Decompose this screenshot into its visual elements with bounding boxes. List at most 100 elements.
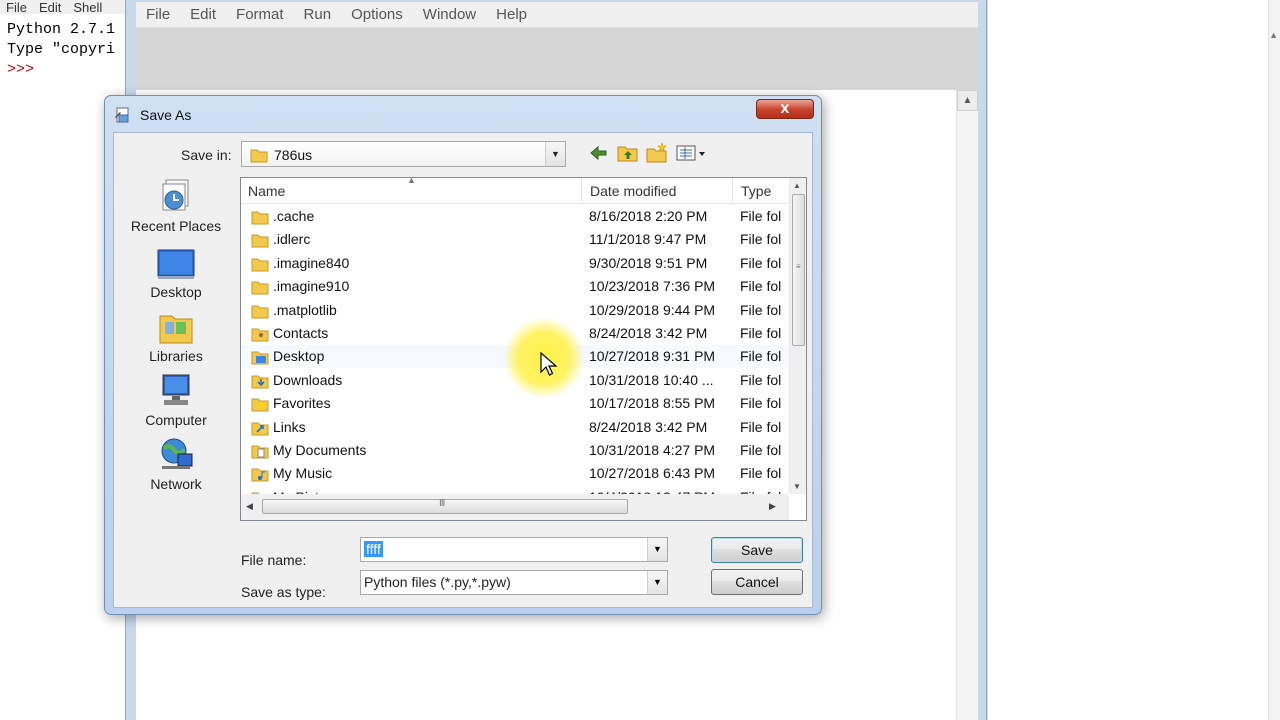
place-label: Recent Places: [130, 218, 222, 234]
dialog-title-bar[interactable]: Save As: [114, 104, 191, 126]
folder-icon: [251, 209, 269, 228]
file-row[interactable]: .cache 8/16/2018 2:20 PM File fol: [241, 205, 789, 228]
column-header-name[interactable]: Name: [248, 183, 285, 199]
dialog-toolbar: [588, 142, 709, 164]
cancel-button[interactable]: Cancel: [711, 569, 803, 595]
file-name: .matplotlib: [273, 301, 337, 318]
downloads-folder-icon: [251, 373, 269, 392]
file-date-modified: 10/29/2018 9:44 PM: [589, 301, 716, 318]
folder-icon: [251, 256, 269, 275]
place-label: Libraries: [149, 348, 203, 364]
network-icon: [156, 436, 196, 474]
file-type: File fol: [740, 395, 782, 412]
save-button[interactable]: Save: [711, 537, 803, 563]
file-date-modified: 11/1/2018 9:47 PM: [589, 231, 707, 248]
save-as-type-label: Save as type:: [241, 584, 326, 600]
file-name: .idlerc: [273, 231, 311, 248]
folder-icon: [250, 147, 268, 166]
column-header-type[interactable]: Type: [741, 183, 771, 199]
back-icon[interactable]: [588, 142, 610, 164]
scroll-up-icon[interactable]: ▲: [957, 90, 978, 111]
shell-menu-file[interactable]: File: [6, 1, 27, 14]
right-background-panel: ▲: [987, 0, 1280, 720]
chevron-down-icon[interactable]: ▼: [545, 142, 565, 166]
file-name: Favorites: [273, 395, 331, 412]
file-type: File fol: [740, 442, 782, 458]
shell-output: Python 2.7.1 Type "copyri >>>: [7, 20, 115, 80]
file-date-modified: 9/30/2018 9:51 PM: [589, 254, 708, 271]
chevron-down-icon[interactable]: ▼: [647, 571, 667, 594]
mouse-pointer-icon: [540, 351, 558, 381]
chevron-down-icon[interactable]: ▼: [647, 538, 667, 561]
close-button[interactable]: x: [756, 99, 814, 119]
file-name: My Documents: [273, 442, 367, 458]
editor-toolbar-area: [136, 28, 978, 90]
place-network[interactable]: Network: [114, 436, 238, 492]
view-menu-icon[interactable]: [675, 142, 709, 164]
menu-options[interactable]: Options: [347, 6, 407, 23]
contacts-folder-icon: [251, 326, 269, 345]
place-recent-places[interactable]: Recent Places: [114, 178, 238, 234]
file-row[interactable]: My Documents 10/31/2018 4:27 PM File fol: [241, 439, 789, 462]
shell-menu-edit[interactable]: Edit: [39, 1, 61, 14]
scroll-down-icon[interactable]: ▼: [793, 482, 801, 491]
vertical-scroll-thumb[interactable]: ≡: [792, 194, 805, 346]
place-libraries[interactable]: Libraries: [114, 308, 238, 364]
dialog-title: Save As: [140, 107, 192, 123]
file-date-modified: 8/24/2018 3:42 PM: [589, 418, 708, 435]
file-type: File fol: [740, 301, 782, 318]
file-date-modified: 10/27/2018 9:31 PM: [589, 348, 716, 365]
file-row[interactable]: Favorites 10/17/2018 8:55 PM File fol: [241, 392, 789, 415]
file-type: File fol: [740, 465, 782, 482]
menu-run[interactable]: Run: [300, 6, 336, 23]
menu-format[interactable]: Format: [232, 6, 288, 23]
column-divider[interactable]: [732, 178, 733, 204]
save-as-type-dropdown[interactable]: Python files (*.py,*.pyw) ▼: [360, 570, 668, 595]
place-label: Desktop: [150, 284, 202, 300]
column-header-date[interactable]: Date modified: [590, 183, 676, 199]
place-desktop[interactable]: Desktop: [114, 244, 238, 300]
file-name-value: ffff: [364, 541, 383, 557]
file-row[interactable]: .matplotlib 10/29/2018 9:44 PM File fol: [241, 299, 789, 322]
dialog-app-icon: [114, 106, 132, 124]
file-name-input[interactable]: ffff ▼: [360, 537, 668, 562]
right-scroll-strip[interactable]: ▲: [1268, 0, 1280, 720]
up-folder-icon[interactable]: [617, 142, 639, 164]
save-in-dropdown[interactable]: 786us ▼: [241, 141, 566, 167]
scroll-left-icon[interactable]: ◀: [246, 501, 253, 512]
column-divider[interactable]: [581, 178, 582, 204]
file-name: .imagine910: [273, 278, 350, 295]
close-icon: x: [780, 100, 790, 117]
file-name-label: File name:: [241, 552, 307, 568]
links-folder-icon: [251, 420, 269, 439]
menu-window[interactable]: Window: [419, 6, 480, 23]
file-type: File fol: [740, 278, 782, 295]
shell-menubar: File Edit Shell: [0, 0, 140, 14]
grip-icon: ≡: [796, 262, 801, 271]
scroll-right-icon[interactable]: ▶: [769, 501, 776, 512]
menu-file[interactable]: File: [142, 6, 174, 23]
file-row[interactable]: .imagine840 9/30/2018 9:51 PM File fol: [241, 252, 789, 275]
file-list-vertical-scrollbar[interactable]: ▲ ≡ ▼: [789, 178, 806, 494]
horizontal-scroll-thumb[interactable]: III: [262, 498, 628, 514]
place-computer[interactable]: Computer: [114, 372, 238, 428]
scroll-up-icon[interactable]: ▲: [793, 181, 801, 190]
folder-icon: [251, 232, 269, 251]
file-row[interactable]: .idlerc 11/1/2018 9:47 PM File fol: [241, 228, 789, 251]
desktop-icon: [156, 244, 196, 282]
file-name: .cache: [273, 208, 315, 224]
file-row[interactable]: My Music 10/27/2018 6:43 PM File fol: [241, 462, 789, 485]
file-row[interactable]: Links 8/24/2018 3:42 PM File fol: [241, 416, 789, 439]
file-date-modified: 10/17/2018 8:55 PM: [589, 395, 716, 412]
menu-help[interactable]: Help: [492, 6, 531, 23]
file-type: File fol: [740, 418, 782, 435]
scroll-up-icon[interactable]: ▲: [1269, 30, 1278, 40]
file-row[interactable]: .imagine910 10/23/2018 7:36 PM File fol: [241, 275, 789, 298]
editor-scrollbar[interactable]: ▲: [956, 90, 978, 720]
file-type: File fol: [740, 325, 782, 341]
libraries-icon: [156, 308, 196, 346]
file-list-horizontal-scrollbar[interactable]: ◀ III ▶: [241, 494, 789, 520]
menu-edit[interactable]: Edit: [186, 6, 220, 23]
shell-menu-shell[interactable]: Shell: [73, 1, 102, 14]
new-folder-icon[interactable]: [646, 142, 668, 164]
